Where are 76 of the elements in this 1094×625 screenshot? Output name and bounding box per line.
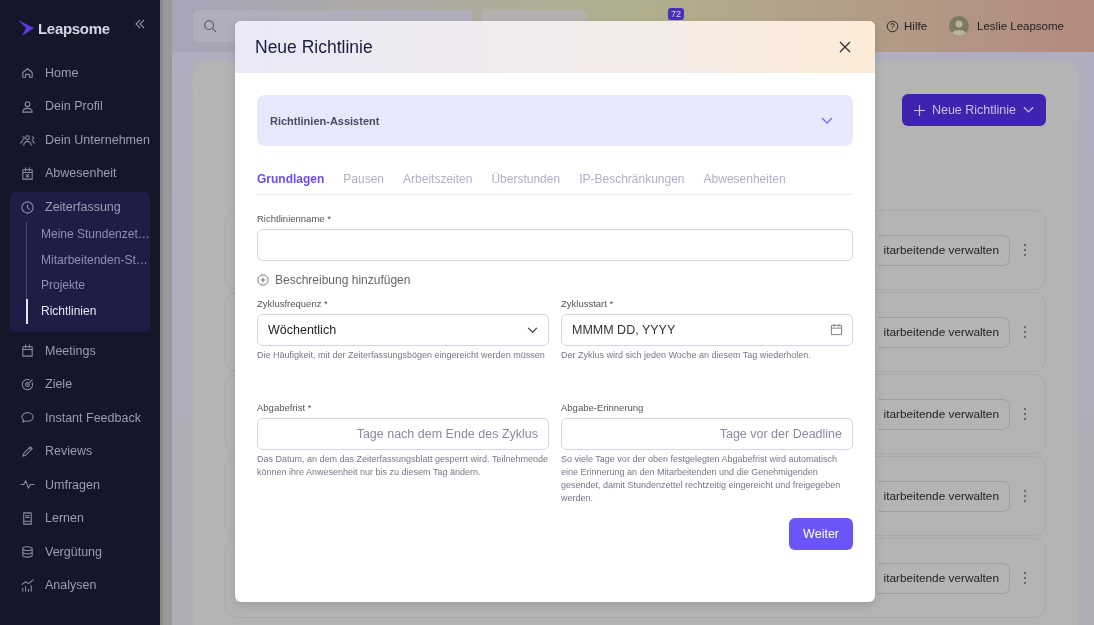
nav-item[interactable]: Analysen bbox=[10, 568, 150, 602]
people-icon bbox=[20, 132, 35, 148]
field-label: Richtlinienname * bbox=[257, 213, 332, 224]
input-field[interactable]: Tage vor der Deadline bbox=[561, 418, 853, 450]
bar-chart-icon bbox=[20, 577, 35, 593]
calendar-icon bbox=[20, 343, 35, 359]
nav-item[interactable]: Ziele bbox=[10, 367, 150, 401]
collapse-icon[interactable] bbox=[134, 19, 146, 29]
input-field[interactable] bbox=[257, 229, 853, 261]
dialog-title: Neue Richtlinie bbox=[255, 36, 373, 58]
nav-item[interactable]: Umfragen bbox=[10, 468, 150, 502]
book-icon bbox=[20, 510, 35, 526]
caret-icon bbox=[1023, 106, 1034, 114]
nav-subitem[interactable]: Meine Stundenzet… bbox=[26, 222, 150, 248]
date-field[interactable]: MMMM DD, YYYY bbox=[561, 314, 853, 346]
help-text: Die Häufigkeit, mit der Zeiterfassungsbögen eingereicht werden müssen bbox=[257, 349, 546, 362]
nav-item[interactable]: Instant Feedback bbox=[10, 401, 150, 435]
home-icon bbox=[20, 65, 35, 81]
nav-item[interactable]: Zeiterfassung bbox=[10, 192, 150, 222]
plus-circle-icon bbox=[257, 274, 269, 286]
more-icon[interactable] bbox=[1023, 325, 1027, 339]
nav-item[interactable]: Abwesenheit bbox=[10, 156, 150, 190]
more-icon[interactable] bbox=[1023, 407, 1027, 421]
more-icon[interactable] bbox=[1023, 571, 1027, 585]
scrollbar[interactable] bbox=[160, 0, 172, 625]
coins-icon bbox=[20, 544, 35, 560]
more-icon[interactable] bbox=[1023, 489, 1027, 503]
field-label: Zyklusstart * bbox=[561, 298, 615, 309]
user-name[interactable]: Leslie Leapsome bbox=[977, 20, 1064, 32]
manage-button[interactable]: itarbeitende verwalten bbox=[877, 316, 1010, 348]
logo-text: Leapsome bbox=[38, 19, 110, 37]
nav-item[interactable]: Vergütung bbox=[10, 535, 150, 569]
calendar-icon bbox=[20, 165, 35, 181]
nav-subitem[interactable]: Mitarbeitenden-St… bbox=[26, 247, 150, 273]
nav-item[interactable]: Home bbox=[10, 56, 150, 90]
add-description-link[interactable]: Beschreibung hinzufügen bbox=[257, 273, 853, 287]
manage-button[interactable]: itarbeitende verwalten bbox=[877, 480, 1010, 512]
manage-button[interactable]: itarbeitende verwalten bbox=[877, 234, 1010, 266]
nav-item[interactable]: Dein Profil bbox=[10, 89, 150, 123]
search-icon bbox=[203, 19, 217, 33]
nav-item[interactable]: Lernen bbox=[10, 501, 150, 535]
calendar-icon[interactable] bbox=[830, 323, 843, 336]
pencil-icon bbox=[20, 443, 35, 459]
field-label: Abgabefrist * bbox=[257, 402, 313, 413]
help-link[interactable]: Hilfe bbox=[886, 19, 928, 33]
chevron-icon bbox=[527, 326, 538, 334]
help-text: Der Zyklus wird sich jeden Woche an diesem Tag wiederholen. bbox=[561, 349, 812, 362]
target-icon bbox=[20, 376, 35, 392]
help-text: So viele Tage vor der oben festgelegten Abgabefrist wird automatisch eine Erinnerung an den Mitarbeitenden und die Genehmigenden gesendet, damit Stundenzettel rechtzeitig eingereicht und freigegeben werden. bbox=[561, 453, 842, 505]
notification-badge: 72 bbox=[668, 8, 684, 20]
help-text: Das Datum, an dem das Zeiterfassungsblatt gesperrt wird. Teilnehmende können ihre Anwesenheit nur bis zu diesem Tag ändern. bbox=[257, 453, 549, 479]
nav-item[interactable]: Dein Unternehmen bbox=[10, 123, 150, 157]
field-label: Abgabe-Erinnerung bbox=[561, 402, 645, 413]
new-policy-button[interactable]: Neue Richtlinie bbox=[901, 94, 1046, 126]
dropdown[interactable]: Wöchentlich bbox=[257, 314, 549, 346]
plus-icon bbox=[913, 104, 925, 116]
assistant-panel[interactable]: Richtlinien-Assistent bbox=[257, 95, 853, 146]
manage-button[interactable]: itarbeitende verwalten bbox=[877, 398, 1010, 430]
nav-subitem[interactable]: Projekte bbox=[26, 273, 150, 299]
chevron-icon bbox=[821, 116, 833, 125]
help-icon bbox=[886, 19, 900, 33]
next-button[interactable]: Weiter bbox=[789, 518, 853, 550]
speech-bubble-icon bbox=[20, 410, 35, 426]
tab[interactable]: Grundlagen bbox=[257, 172, 325, 186]
more-icon[interactable] bbox=[1023, 243, 1027, 257]
input-field[interactable]: Tage nach dem Ende des Zyklus bbox=[257, 418, 549, 450]
avatar[interactable] bbox=[949, 16, 970, 36]
field-label: Zyklusfrequenz * bbox=[257, 298, 329, 309]
nav-item[interactable]: Meetings bbox=[10, 334, 150, 368]
close-icon[interactable] bbox=[839, 41, 851, 53]
person-icon bbox=[20, 98, 35, 114]
nav-subitem[interactable]: Richtlinien bbox=[26, 298, 150, 324]
manage-button[interactable]: itarbeitende verwalten bbox=[877, 562, 1010, 594]
logo-icon bbox=[17, 19, 35, 37]
nav-item[interactable]: Reviews bbox=[10, 434, 150, 468]
clock-icon bbox=[20, 199, 35, 215]
